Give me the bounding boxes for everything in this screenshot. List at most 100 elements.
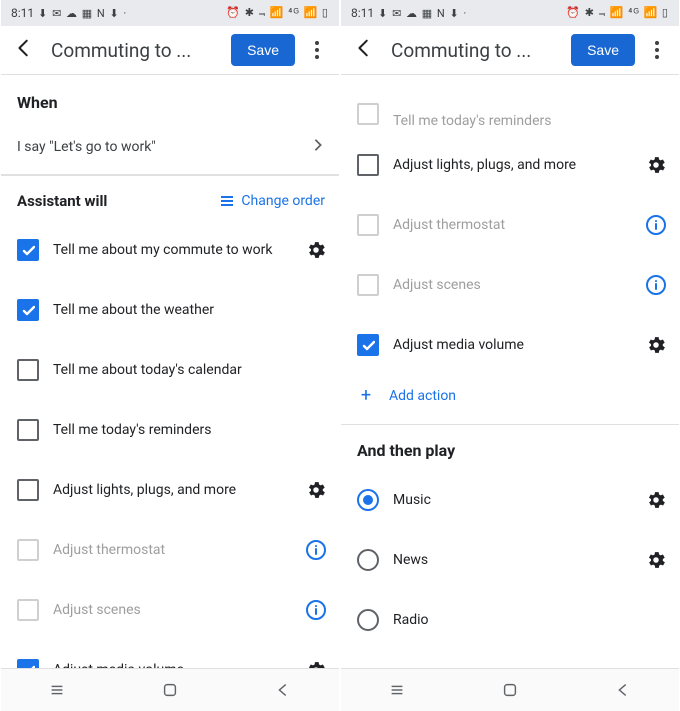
checkbox-icon[interactable] (357, 103, 379, 125)
action-label: Adjust lights, plugs, and more (53, 482, 291, 498)
play-option-row: Podcasts (341, 650, 679, 668)
content-right: Tell me today's reminders Adjust lights,… (341, 75, 679, 668)
play-option-row: Music (341, 470, 679, 530)
settings-gear-icon[interactable] (645, 489, 667, 511)
chevron-right-icon (311, 138, 325, 156)
action-label: Tell me about my commute to work (53, 242, 291, 258)
app-bar: Commuting to ... Save (1, 26, 339, 75)
plus-icon: + (357, 385, 375, 406)
action-label: Adjust scenes (53, 602, 291, 618)
checkbox-icon[interactable] (17, 359, 39, 381)
checkbox-icon[interactable] (17, 539, 39, 561)
settings-gear-icon[interactable] (305, 659, 327, 668)
checkbox-icon[interactable] (17, 659, 39, 668)
action-label: Adjust thermostat (393, 217, 631, 233)
add-action-button[interactable]: + Add action (341, 375, 679, 420)
action-row-cut: Tell me today's reminders (341, 75, 679, 135)
settings-gear-icon[interactable] (645, 334, 667, 356)
action-row: Adjust thermostat (341, 195, 679, 255)
back-button[interactable] (7, 31, 41, 69)
checkbox-icon[interactable] (17, 479, 39, 501)
status-left-icons: ⬇ ✉ ☁ ▦ N ⬇ · (378, 6, 467, 20)
checkbox-icon[interactable] (17, 599, 39, 621)
play-title: And then play (341, 429, 679, 470)
action-label: Adjust thermostat (53, 542, 291, 558)
radio-icon[interactable] (357, 549, 379, 571)
add-action-label: Add action (389, 388, 456, 404)
info-icon[interactable] (645, 214, 667, 236)
checkbox-icon[interactable] (357, 154, 379, 176)
settings-gear-icon[interactable] (305, 479, 327, 501)
action-row: Adjust lights, plugs, and more (1, 460, 339, 520)
action-row: Tell me about my commute to work (1, 220, 339, 280)
action-label: Tell me today's reminders (53, 422, 327, 438)
when-title: When (1, 75, 339, 122)
checkbox-icon[interactable] (17, 419, 39, 441)
trigger-phrase-row[interactable]: I say "Let's go to work" (1, 122, 339, 175)
action-label: Adjust lights, plugs, and more (393, 157, 631, 173)
page-title: Commuting to ... (51, 39, 221, 62)
play-option-label: News (393, 552, 631, 568)
info-icon[interactable] (305, 599, 327, 621)
assistant-will-header: Assistant will Change order (1, 175, 339, 220)
action-label: Adjust scenes (393, 277, 631, 293)
status-right-icons: ⏰ ✱ ⫬ 📶 ⁴ᴳ 📶 ▯ (566, 6, 669, 20)
action-row: Tell me about the weather (1, 280, 339, 340)
checkbox-icon[interactable] (17, 299, 39, 321)
back-button[interactable] (347, 31, 381, 69)
assistant-will-title: Assistant will (17, 192, 107, 210)
play-option-label: Radio (393, 612, 667, 628)
nav-home[interactable] (496, 676, 524, 704)
action-row: Tell me about today's calendar (1, 340, 339, 400)
action-row: Tell me today's reminders (1, 400, 339, 460)
play-option-label: Music (393, 492, 631, 508)
action-label: Tell me today's reminders (393, 113, 667, 129)
checkbox-icon[interactable] (357, 274, 379, 296)
nav-home[interactable] (156, 676, 184, 704)
phone-right: 8:11 ⬇ ✉ ☁ ▦ N ⬇ · ⏰ ✱ ⫬ 📶 ⁴ᴳ 📶 ▯ Commut… (340, 0, 680, 711)
play-option-row: Radio (341, 590, 679, 650)
nav-recent[interactable] (43, 676, 71, 704)
nav-back[interactable] (269, 676, 297, 704)
android-navbar (1, 668, 339, 711)
status-time: 8:11 (11, 6, 34, 20)
action-label: Tell me about the weather (53, 302, 327, 318)
change-order-button[interactable]: Change order (219, 193, 325, 209)
overflow-menu[interactable] (305, 35, 329, 65)
status-left-icons: ⬇ ✉ ☁ ▦ N ⬇ · (38, 6, 127, 20)
status-right-icons: ⏰ ✱ ⫬ 📶 ⁴ᴳ 📶 ▯ (226, 6, 329, 20)
status-bar: 8:11 ⬇ ✉ ☁ ▦ N ⬇ · ⏰ ✱ ⫬ 📶 ⁴ᴳ 📶 ▯ (341, 0, 679, 26)
content-left: When I say "Let's go to work" Assistant … (1, 75, 339, 668)
app-bar: Commuting to ... Save (341, 26, 679, 75)
action-row: Adjust lights, plugs, and more (341, 135, 679, 195)
overflow-menu[interactable] (645, 35, 669, 65)
settings-gear-icon[interactable] (305, 239, 327, 261)
settings-gear-icon[interactable] (645, 154, 667, 176)
action-row: Adjust scenes (341, 255, 679, 315)
page-title: Commuting to ... (391, 39, 561, 62)
phone-left: 8:11 ⬇ ✉ ☁ ▦ N ⬇ · ⏰ ✱ ⫬ 📶 ⁴ᴳ 📶 ▯ Commut… (0, 0, 340, 711)
info-icon[interactable] (305, 539, 327, 561)
nav-back[interactable] (609, 676, 637, 704)
android-navbar (341, 668, 679, 711)
action-label: Tell me about today's calendar (53, 362, 327, 378)
nav-recent[interactable] (383, 676, 411, 704)
info-icon[interactable] (645, 274, 667, 296)
save-button[interactable]: Save (571, 34, 635, 66)
action-row: Adjust thermostat (1, 520, 339, 580)
trigger-phrase-text: I say "Let's go to work" (17, 139, 156, 155)
checkbox-icon[interactable] (17, 239, 39, 261)
checkbox-icon[interactable] (357, 214, 379, 236)
action-row: Adjust media volume (341, 315, 679, 375)
status-time: 8:11 (351, 6, 374, 20)
play-option-row: News (341, 530, 679, 590)
status-bar: 8:11 ⬇ ✉ ☁ ▦ N ⬇ · ⏰ ✱ ⫬ 📶 ⁴ᴳ 📶 ▯ (1, 0, 339, 26)
radio-icon[interactable] (357, 609, 379, 631)
action-row: Adjust media volume (1, 640, 339, 668)
radio-icon[interactable] (357, 489, 379, 511)
action-row: Adjust scenes (1, 580, 339, 640)
settings-gear-icon[interactable] (645, 549, 667, 571)
checkbox-icon[interactable] (357, 334, 379, 356)
save-button[interactable]: Save (231, 34, 295, 66)
change-order-label: Change order (241, 193, 325, 209)
